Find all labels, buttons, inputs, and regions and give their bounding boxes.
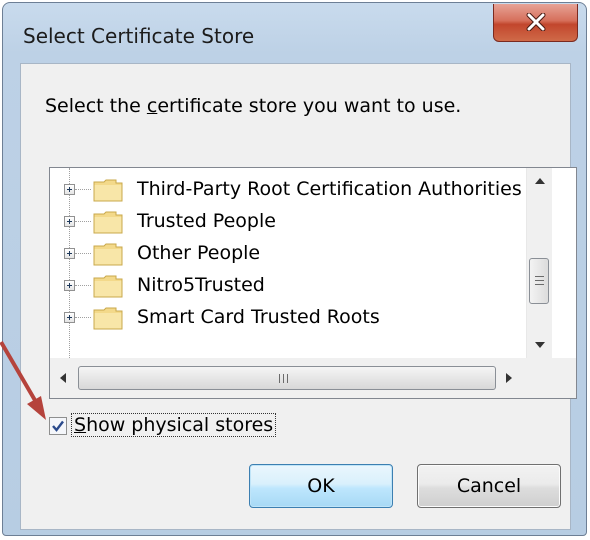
prompt-text: Select the certificate store you want to… — [45, 95, 461, 117]
prompt-text-end: ertificate store you want to use. — [157, 95, 462, 117]
tree-item-nitro5trusted[interactable]: Nitro5Trusted — [50, 270, 526, 302]
grip-line — [287, 374, 288, 383]
dialog-title: Select Certificate Store — [23, 24, 255, 48]
show-physical-stores-label[interactable]: Show physical stores — [71, 413, 277, 437]
checkbox-label-text: how physical stores — [86, 414, 274, 436]
horizontal-scroll-thumb[interactable] — [78, 366, 496, 390]
scroll-up-arrow-icon[interactable] — [527, 168, 553, 194]
tree-viewport: Third-Party Root Certification Authoriti… — [50, 168, 526, 358]
tree-dots — [75, 221, 91, 222]
vertical-scroll-thumb[interactable] — [529, 258, 549, 304]
folder-icon — [93, 307, 123, 330]
show-physical-stores-checkbox[interactable] — [49, 417, 67, 435]
tree-dots — [75, 317, 91, 318]
tree-item-third-party-root[interactable]: Third-Party Root Certification Authoriti… — [50, 174, 526, 206]
folder-icon — [93, 275, 123, 298]
cancel-button[interactable]: Cancel — [417, 464, 561, 508]
tree-item-label: Other People — [137, 242, 261, 264]
grip-line — [279, 374, 280, 383]
tree-dots — [75, 253, 91, 254]
scroll-down-arrow-icon[interactable] — [527, 332, 553, 358]
vertical-scrollbar[interactable] — [526, 168, 552, 358]
folder-icon — [93, 243, 123, 266]
tree-item-label: Smart Card Trusted Roots — [137, 306, 380, 328]
expand-plus-icon[interactable] — [64, 184, 75, 195]
tree-item-label: Trusted People — [137, 210, 276, 232]
tree-item-label: Nitro5Trusted — [137, 274, 265, 296]
checkmark-icon — [52, 420, 64, 432]
prompt-accelerator: c — [146, 95, 158, 117]
horizontal-scrollbar[interactable] — [50, 358, 526, 398]
certificate-store-tree[interactable]: Third-Party Root Certification Authoriti… — [49, 167, 577, 399]
folder-icon — [93, 211, 123, 234]
expand-plus-icon[interactable] — [64, 312, 75, 323]
title-bar: Select Certificate Store — [3, 3, 586, 61]
grip-line — [535, 280, 544, 281]
scrollbar-corner — [526, 358, 576, 398]
tree-dots — [75, 189, 91, 190]
expand-plus-icon[interactable] — [64, 216, 75, 227]
tree-dots — [75, 285, 91, 286]
grip-line — [283, 374, 284, 383]
grip-line — [535, 276, 544, 277]
tree-item-trusted-people[interactable]: Trusted People — [50, 206, 526, 238]
scroll-left-arrow-icon[interactable] — [50, 365, 76, 391]
close-x-icon — [526, 13, 546, 31]
dialog-client-area: Select the certificate store you want to… — [20, 63, 577, 530]
dialog-window: Select Certificate Store Select the cert… — [2, 2, 587, 536]
ok-button[interactable]: OK — [249, 464, 393, 508]
expand-plus-icon[interactable] — [64, 248, 75, 259]
tree-item-label: Third-Party Root Certification Authoriti… — [137, 178, 522, 200]
close-button[interactable] — [493, 4, 578, 42]
tree-item-other-people[interactable]: Other People — [50, 238, 526, 270]
grip-line — [535, 284, 544, 285]
tree-item-smart-card-trusted-roots[interactable]: Smart Card Trusted Roots — [50, 302, 526, 334]
folder-icon — [93, 179, 123, 202]
expand-plus-icon[interactable] — [64, 280, 75, 291]
checkbox-accelerator: S — [74, 414, 87, 436]
prompt-text-start: Select the — [45, 95, 147, 117]
scroll-right-arrow-icon[interactable] — [496, 365, 522, 391]
